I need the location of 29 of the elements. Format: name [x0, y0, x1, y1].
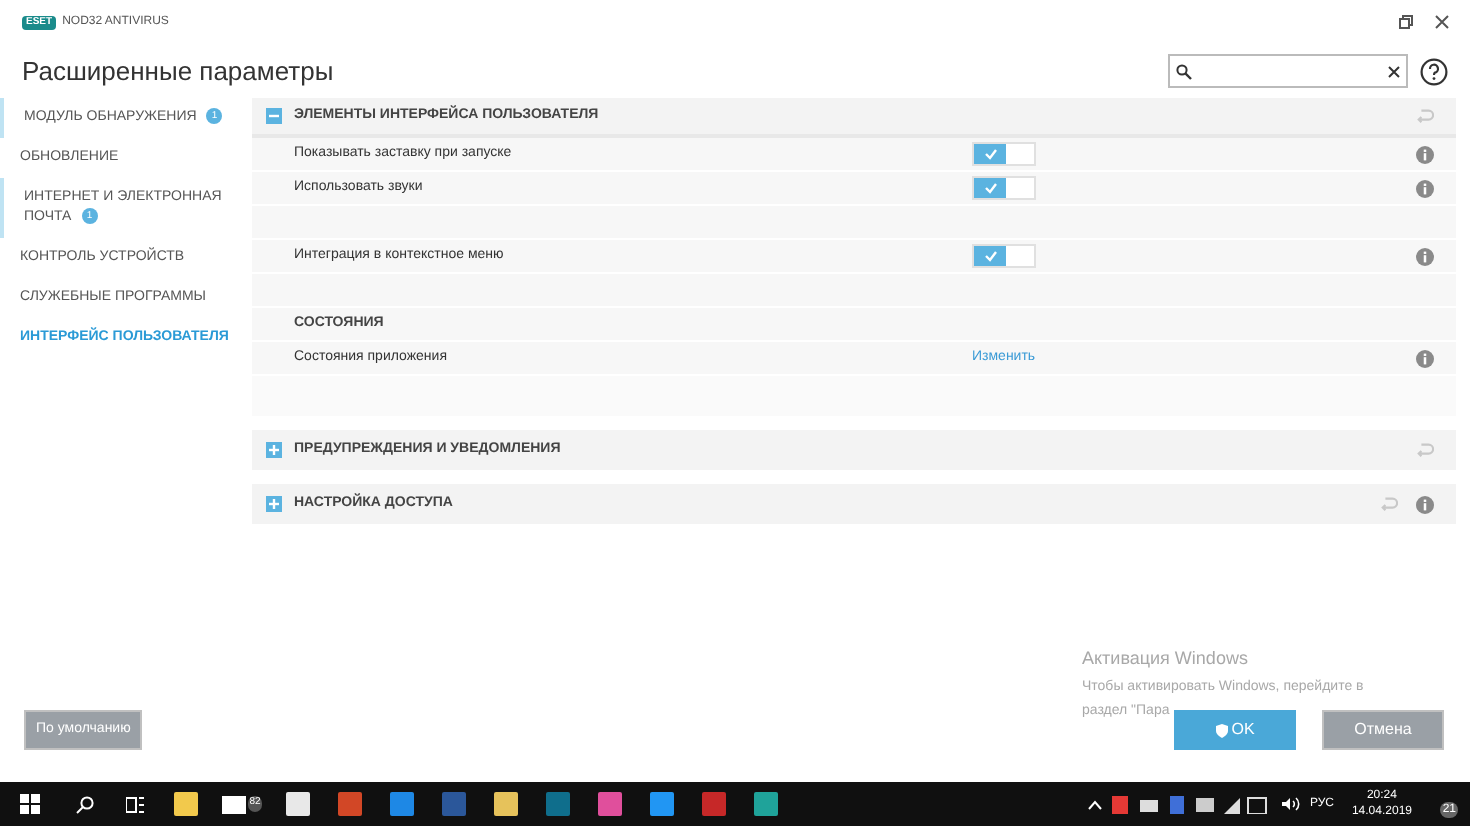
check-icon	[983, 148, 997, 160]
info-icon[interactable]	[1416, 247, 1434, 265]
restore-icon[interactable]	[1398, 14, 1414, 30]
collapse-icon[interactable]	[266, 108, 282, 124]
check-icon	[983, 250, 997, 262]
info-icon[interactable]	[1416, 145, 1434, 163]
toggle-switch[interactable]	[972, 244, 1036, 268]
check-icon	[983, 182, 997, 194]
expand-icon[interactable]	[266, 442, 282, 458]
search-icon	[1176, 63, 1192, 79]
close-icon[interactable]	[1434, 14, 1450, 30]
volume-icon[interactable]	[1281, 796, 1300, 812]
toggle-switch[interactable]	[972, 176, 1036, 200]
search-field[interactable]	[1168, 54, 1408, 88]
caret-icon[interactable]	[1087, 799, 1102, 809]
info-icon[interactable]	[1416, 179, 1434, 197]
activation-title: Активация Windows	[1082, 646, 1250, 672]
shield-icon	[1215, 723, 1228, 737]
toggle-switch[interactable]	[972, 142, 1036, 166]
help-icon[interactable]	[1420, 57, 1448, 85]
start-icon[interactable]	[20, 794, 40, 814]
expand-icon[interactable]	[266, 496, 282, 512]
clear-icon[interactable]	[1388, 65, 1400, 77]
info-icon[interactable]	[1416, 349, 1434, 367]
task-view-icon[interactable]	[126, 795, 144, 813]
tray-icons-drawing[interactable]	[1111, 795, 1272, 813]
info-icon[interactable]	[1416, 495, 1434, 513]
search-icon[interactable]	[76, 795, 94, 813]
page-title: Расширенные параметры	[22, 53, 334, 90]
